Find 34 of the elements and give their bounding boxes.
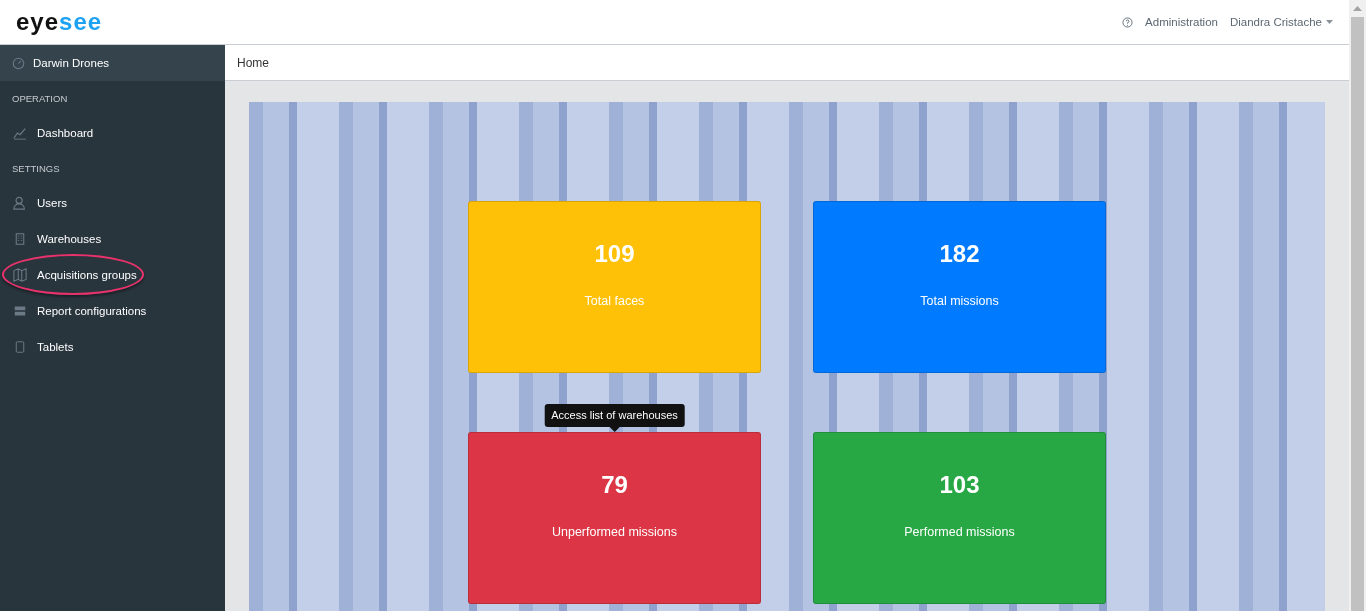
stat-label: Unperformed missions	[551, 525, 677, 539]
list-icon	[12, 305, 28, 317]
sidebar-link[interactable]: Warehouses	[12, 232, 102, 246]
chart-line-icon	[12, 126, 28, 140]
logo[interactable]: eyesee	[16, 8, 103, 36]
stat-card[interactable]: 79 Unperformed missions	[468, 432, 761, 604]
stat-value: 103	[939, 471, 980, 499]
map-icon	[12, 268, 28, 282]
tooltip: Access list of warehouses	[544, 404, 685, 427]
sidebar-link[interactable]: Tablets	[12, 340, 74, 354]
scroll-up-icon[interactable]	[1353, 6, 1362, 11]
header-link[interactable]: Administration	[1145, 16, 1218, 28]
sidebar-link[interactable]: Dashboard	[12, 126, 94, 140]
tooltip-pointer	[609, 427, 620, 432]
stat-value: 109	[594, 240, 635, 268]
stat-label: Total faces	[584, 294, 645, 308]
scrollbar[interactable]	[1349, 0, 1366, 611]
organization-name[interactable]: Darwin Drones	[33, 57, 110, 69]
help-icon[interactable]	[1122, 16, 1134, 28]
user-menu[interactable]: Diandra Cristache	[1229, 16, 1333, 28]
stat-value: 182	[939, 240, 980, 268]
sidebar-link[interactable]: Acquisitions groups	[12, 268, 137, 282]
stat-label: Performed missions	[904, 525, 1015, 539]
caret-icon	[1326, 20, 1333, 24]
stat-card[interactable]: 182 Total missions	[813, 201, 1106, 373]
section-heading: SETTINGS	[12, 162, 60, 174]
user-icon	[12, 196, 28, 210]
sidebar-link[interactable]: Report configurations	[12, 305, 147, 317]
stat-value: 79	[601, 471, 628, 499]
section-heading: OPERATION	[12, 92, 68, 104]
sidebar-link[interactable]: Users	[12, 196, 68, 210]
stat-label: Total missions	[920, 294, 999, 308]
breadcrumb: Home	[237, 55, 269, 70]
gauge-icon	[12, 56, 25, 70]
